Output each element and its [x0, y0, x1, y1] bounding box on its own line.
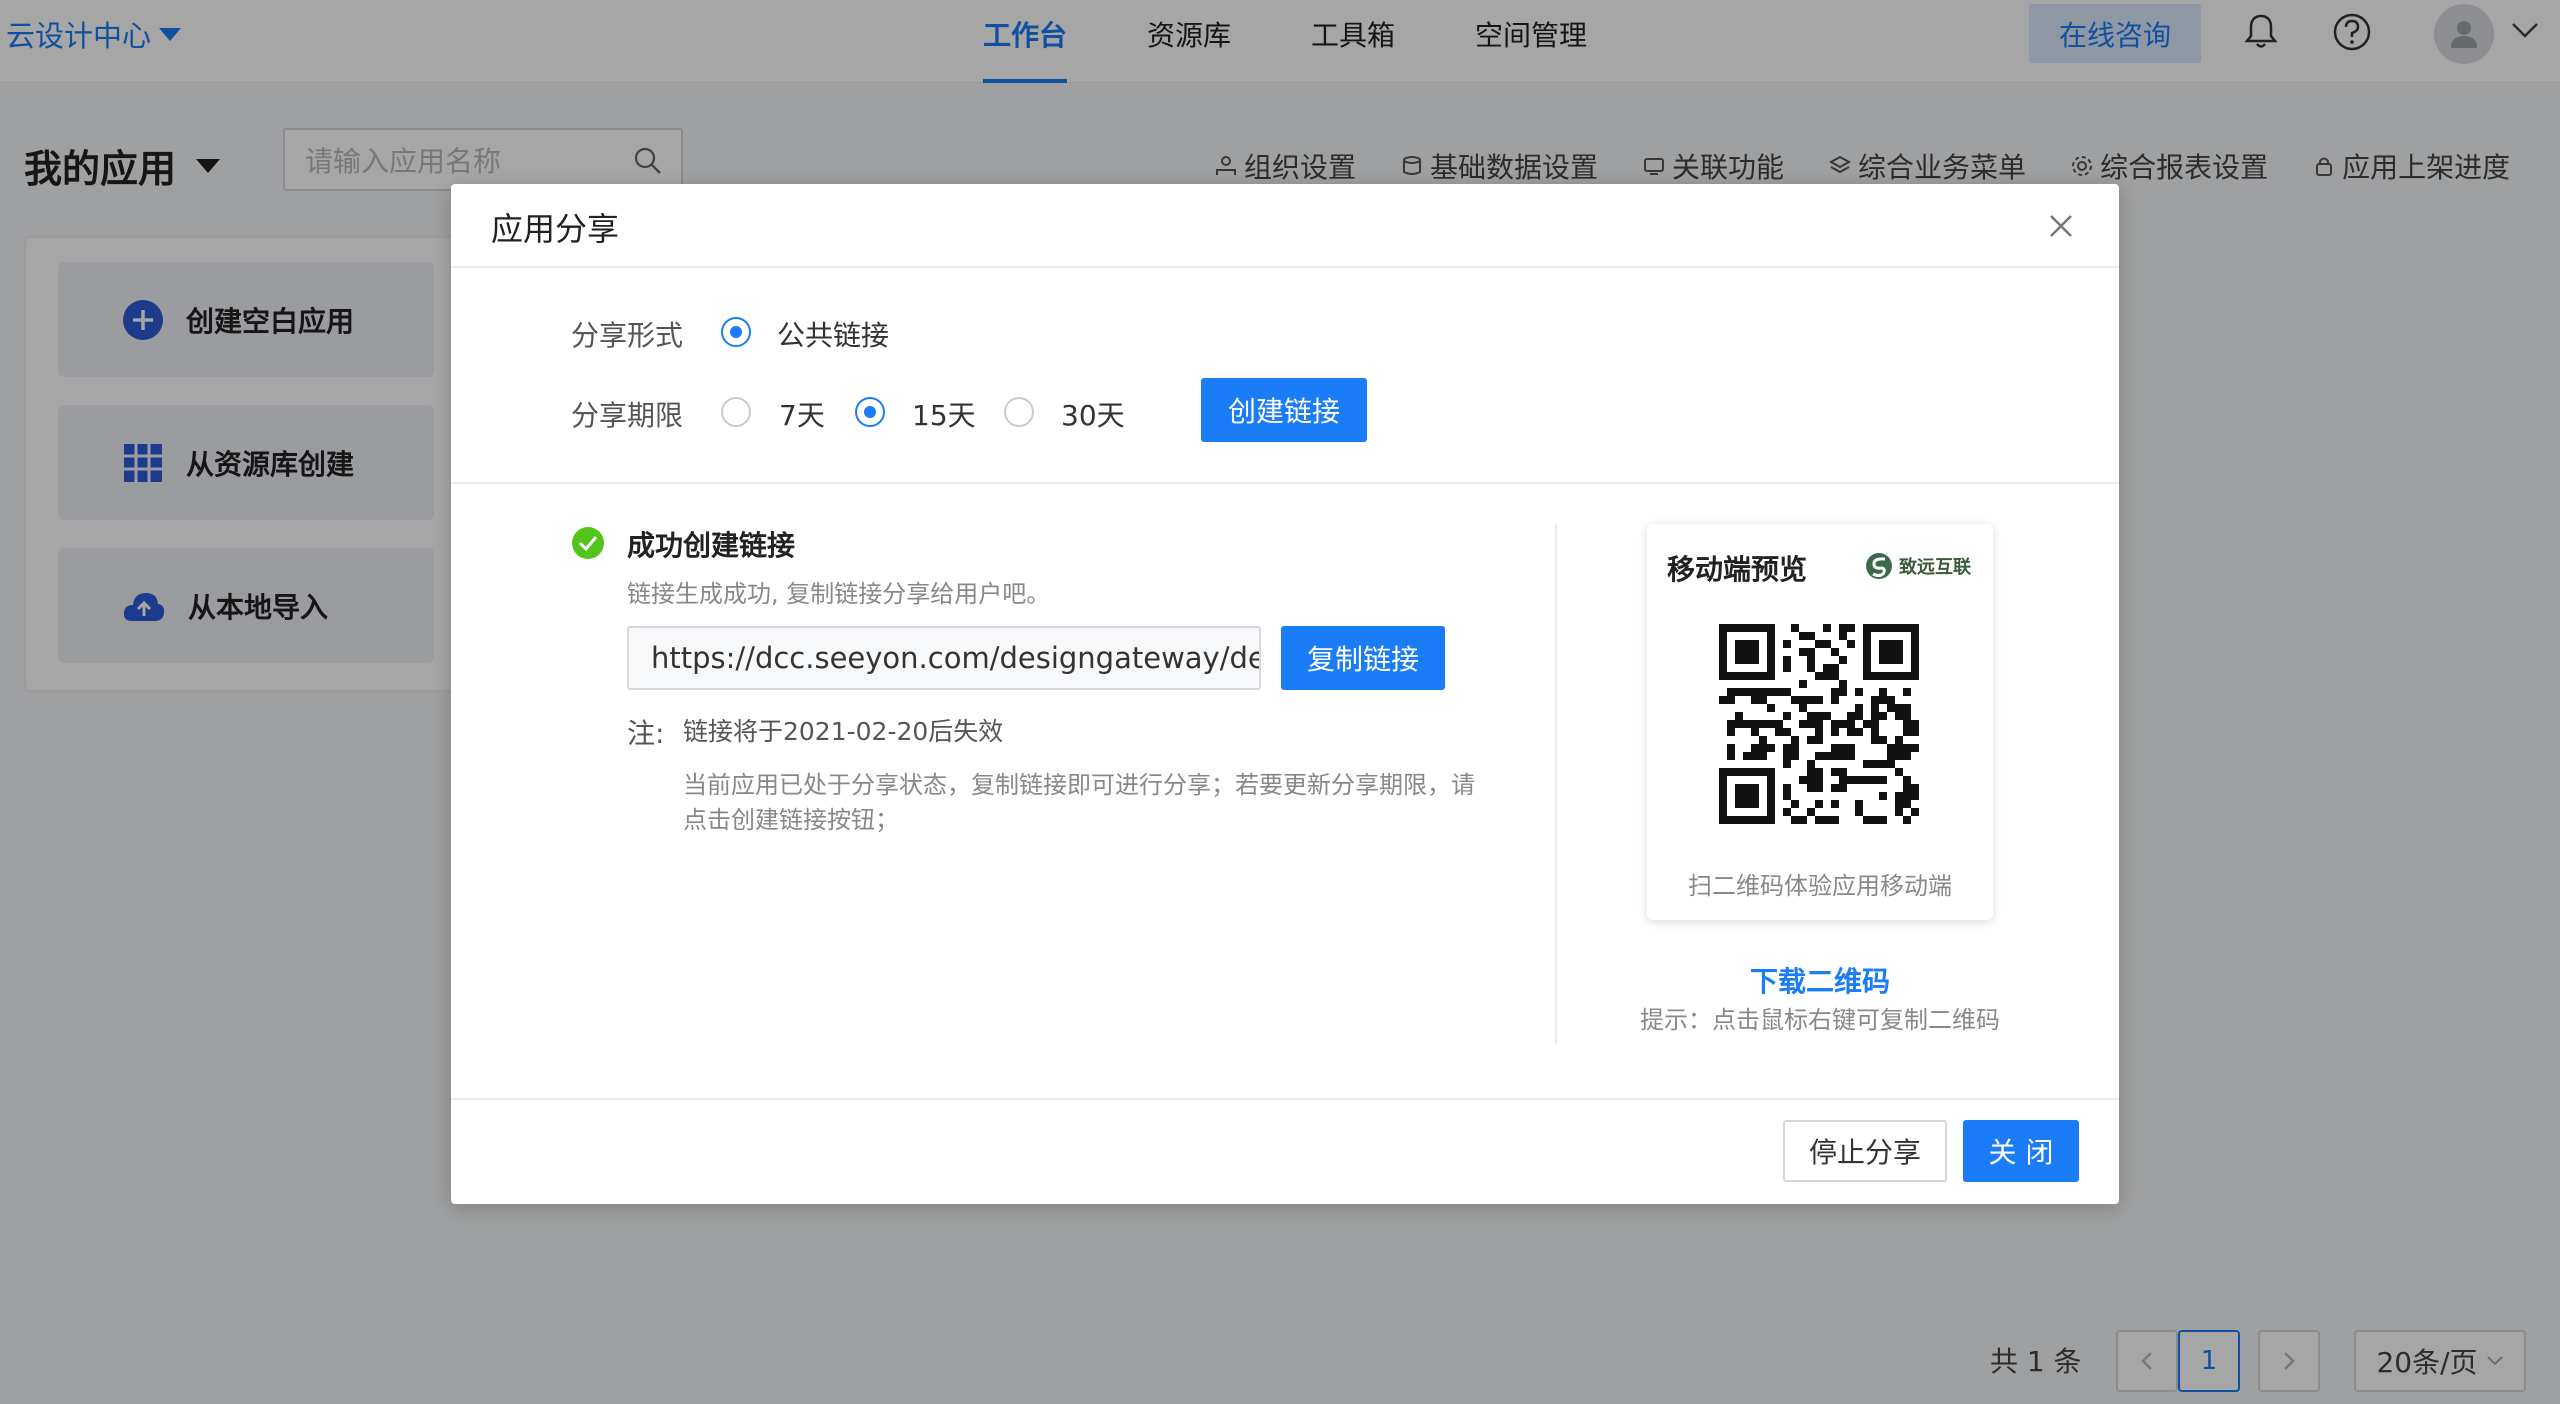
- radio-public-link[interactable]: [721, 317, 751, 347]
- mobile-preview-card: 移动端预览 致远互联 扫二维码体验应用移动端: [1647, 524, 1993, 920]
- qr-tip: 提示：点击鼠标右键可复制二维码: [1640, 1006, 2000, 1034]
- check-circle-icon: [572, 527, 604, 559]
- stop-share-button[interactable]: 停止分享: [1783, 1120, 1947, 1182]
- divider: [451, 1098, 2119, 1100]
- radio-period-15-label: 15天: [912, 399, 976, 432]
- radio-public-link-label: 公共链接: [777, 319, 890, 352]
- radio-period-7-label: 7天: [779, 399, 825, 432]
- success-title: 成功创建链接: [627, 529, 796, 562]
- success-subtitle: 链接生成成功, 复制链接分享给用户吧。: [627, 580, 1051, 608]
- radio-period-30-label: 30天: [1061, 399, 1125, 432]
- note-label: 注:: [627, 717, 665, 750]
- radio-period-15[interactable]: [855, 397, 885, 427]
- radio-period-30[interactable]: [1004, 397, 1034, 427]
- radio-period-7[interactable]: [721, 397, 751, 427]
- qr-caption: 扫二维码体验应用移动端: [1688, 872, 1952, 900]
- share-link-input[interactable]: https://dcc.seeyon.com/designgateway/des: [627, 626, 1261, 690]
- create-link-button[interactable]: 创建链接: [1201, 378, 1367, 442]
- note-detail: 当前应用已处于分享状态，复制链接即可进行分享；若要更新分享期限，请点击创建链接按…: [683, 771, 1475, 834]
- close-icon[interactable]: [2043, 208, 2079, 244]
- share-app-modal: 应用分享 分享形式 公共链接 分享期限 7天 15天 30天 创建链接 成功创建…: [451, 184, 2119, 1204]
- copy-link-button[interactable]: 复制链接: [1281, 626, 1445, 690]
- logo-text: 致远互联: [1899, 557, 1971, 578]
- modal-header: 应用分享: [451, 184, 2119, 268]
- close-button[interactable]: 关 闭: [1963, 1120, 2079, 1182]
- qr-code[interactable]: [1719, 624, 1919, 824]
- modal-title: 应用分享: [491, 210, 620, 248]
- note-expiry: 链接将于2021-02-20后失效: [683, 717, 1004, 746]
- share-period-label: 分享期限: [571, 399, 684, 432]
- divider: [451, 482, 2119, 484]
- seeyon-logo-icon: [1866, 553, 1892, 579]
- share-form-label: 分享形式: [571, 319, 684, 352]
- mobile-preview-title: 移动端预览: [1667, 553, 1808, 586]
- vertical-divider: [1555, 524, 1557, 1044]
- seeyon-logo: 致远互联: [1865, 552, 1971, 580]
- download-qr-link[interactable]: 下载二维码: [1647, 960, 1993, 1000]
